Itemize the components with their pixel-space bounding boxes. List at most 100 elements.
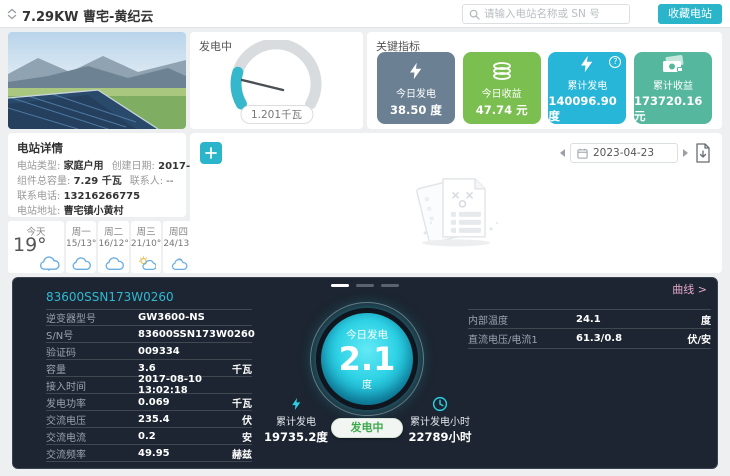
collect-station-button[interactable]: 收藏电站 bbox=[658, 4, 722, 24]
kpi-tiles: 今日发电 38.50 度 今日收益 47.74 元 ? 累计发电 140096.… bbox=[377, 52, 712, 124]
search-input[interactable] bbox=[484, 8, 623, 20]
next-day-button[interactable] bbox=[683, 149, 688, 157]
row-value: 49.95 bbox=[138, 448, 214, 459]
table-row: 直流电压/电流161.3/0.8伏/安 bbox=[468, 329, 711, 349]
field-label: 电站地址: bbox=[17, 206, 60, 217]
inverter-detail-table: 逆变器型号GW3600-NS S/N号83600SSN173W0260 验证码0… bbox=[46, 309, 252, 462]
bolt-icon bbox=[407, 59, 425, 83]
kpi-value: 173720.16 元 bbox=[634, 94, 712, 124]
kpi-total-income: 累计收益 173720.16 元 bbox=[634, 52, 712, 124]
field-value: -- bbox=[166, 176, 173, 187]
kpi-label: 累计收益 bbox=[653, 77, 693, 92]
weather-day-label: 周三 bbox=[137, 224, 156, 238]
inverter-status-table: 内部温度24.1度 直流电压/电流161.3/0.8伏/安 bbox=[468, 309, 711, 349]
station-row: 电站类型: 家庭户用 创建日期: 2017-08-10 bbox=[17, 157, 182, 172]
row-label: 发电功率 bbox=[46, 395, 138, 410]
coins-icon bbox=[490, 59, 514, 83]
field-label: 电站类型: bbox=[17, 161, 60, 172]
date-picker[interactable]: 2023-04-23 bbox=[570, 143, 678, 163]
today-generation-circle: 今日发电 2.1 度 bbox=[316, 308, 418, 410]
cash-icon bbox=[661, 52, 685, 75]
carousel-indicators bbox=[331, 284, 399, 287]
row-value: 235.4 bbox=[138, 414, 214, 425]
key-indicators-card: 关键指标 今日发电 38.50 度 今日收益 47.74 元 ? bbox=[367, 32, 722, 129]
row-unit: 千瓦 bbox=[214, 361, 252, 376]
station-switcher-icon[interactable] bbox=[6, 7, 18, 21]
table-row: 验证码009334 bbox=[46, 343, 252, 360]
no-data-illustration bbox=[401, 159, 511, 255]
row-value: GW3600-NS bbox=[138, 312, 214, 323]
table-row: 交流频率49.95赫兹 bbox=[46, 445, 252, 462]
table-row: 逆变器型号GW3600-NS bbox=[46, 309, 252, 326]
weather-day: 周二 16/12° bbox=[98, 221, 128, 273]
date-controls: 2023-04-23 bbox=[560, 143, 688, 163]
generation-hours-stat: 累计发电小时 22789小时 bbox=[385, 396, 495, 445]
row-unit: 伏/安 bbox=[673, 331, 711, 346]
weather-day-label: 周四 bbox=[169, 224, 188, 238]
sun-cloud-icon bbox=[136, 256, 156, 271]
kpi-label: 累计发电 bbox=[567, 77, 607, 92]
field-value: 7.29 千瓦 bbox=[74, 176, 122, 187]
cloud-icon bbox=[104, 256, 124, 271]
row-unit: 度 bbox=[673, 312, 711, 327]
search-icon bbox=[469, 9, 480, 20]
weather-temp: 19° bbox=[13, 234, 47, 256]
table-row: 接入时间2017-08-10 13:02:18 bbox=[46, 377, 252, 394]
row-label: 交流频率 bbox=[46, 446, 138, 461]
inverter-panel: 曲线 > 83600SSN173W0260 逆变器型号GW3600-NS S/N… bbox=[12, 277, 718, 469]
solar-panels-photo bbox=[8, 32, 186, 129]
station-row: 联系电话: 13216266775 bbox=[17, 187, 182, 202]
kpi-value: 47.74 元 bbox=[476, 102, 528, 118]
row-value: 61.3/0.8 bbox=[576, 333, 673, 344]
field-value: 曹宅镇小黄村 bbox=[64, 206, 124, 217]
row-label: S/N号 bbox=[46, 327, 138, 342]
carousel-dash[interactable] bbox=[381, 284, 399, 287]
clouds-icon bbox=[169, 256, 189, 271]
row-label: 接入时间 bbox=[46, 378, 138, 393]
inverter-sn-heading[interactable]: 83600SSN173W0260 bbox=[46, 290, 174, 304]
add-button[interactable] bbox=[200, 142, 222, 164]
table-row: 交流电压235.4伏 bbox=[46, 411, 252, 428]
help-icon[interactable]: ? bbox=[609, 56, 621, 68]
field-value: 家庭户用 bbox=[64, 161, 104, 172]
power-gauge-card: 发电中 1.201千瓦 bbox=[190, 32, 363, 129]
clock-icon bbox=[432, 396, 448, 412]
export-report-icon[interactable] bbox=[694, 143, 712, 163]
row-label: 逆变器型号 bbox=[46, 310, 138, 325]
carousel-dash[interactable] bbox=[331, 284, 349, 287]
daily-chart-card: 2023-04-23 bbox=[190, 133, 722, 273]
weather-day: 周三 21/10° bbox=[131, 221, 161, 273]
table-row: 发电功率0.069千瓦 bbox=[46, 394, 252, 411]
weather-day-label: 周二 bbox=[104, 224, 123, 238]
row-value: 2017-08-10 13:02:18 bbox=[138, 374, 214, 396]
station-search[interactable] bbox=[462, 4, 630, 24]
field-label: 创建日期: bbox=[112, 161, 155, 172]
row-value: 83600SSN173W0260 bbox=[138, 329, 255, 340]
field-label: 联系人: bbox=[130, 176, 163, 187]
weather-day: 周一 15/13° bbox=[66, 221, 96, 273]
field-label: 组件总容量: bbox=[17, 176, 70, 187]
circle-value: 2.1 bbox=[339, 342, 396, 376]
station-row: 组件总容量: 7.29 千瓦 联系人: -- bbox=[17, 172, 182, 187]
row-label: 验证码 bbox=[46, 344, 138, 359]
row-value: 009334 bbox=[138, 346, 214, 357]
row-label: 内部温度 bbox=[468, 312, 576, 327]
kpi-value: 38.50 度 bbox=[390, 102, 442, 118]
kpi-value: 140096.90 度 bbox=[548, 94, 626, 124]
row-label: 直流电压/电流1 bbox=[468, 331, 576, 346]
weather-forecast: 今天 19° 周一 15/13° 周二 16/12° 周三 21/10° 周四 … bbox=[8, 221, 186, 273]
carousel-dash[interactable] bbox=[356, 284, 374, 287]
prev-day-button[interactable] bbox=[560, 149, 565, 157]
field-value: 13216266775 bbox=[64, 191, 141, 202]
kpi-today-generation: 今日发电 38.50 度 bbox=[377, 52, 455, 124]
row-label: 交流电压 bbox=[46, 412, 138, 427]
weather-temp: 16/12° bbox=[98, 239, 128, 249]
stat-label: 累计发电 bbox=[276, 413, 316, 428]
page-title: 7.29KW 曹宅-黄纪云 bbox=[22, 6, 153, 25]
stat-value: 19735.2度 bbox=[264, 429, 328, 445]
curve-link[interactable]: 曲线 > bbox=[672, 281, 707, 297]
weather-temp: 21/10° bbox=[131, 239, 161, 249]
station-photo bbox=[8, 32, 186, 129]
bolt-icon bbox=[578, 52, 596, 75]
field-label: 联系电话: bbox=[17, 191, 60, 202]
